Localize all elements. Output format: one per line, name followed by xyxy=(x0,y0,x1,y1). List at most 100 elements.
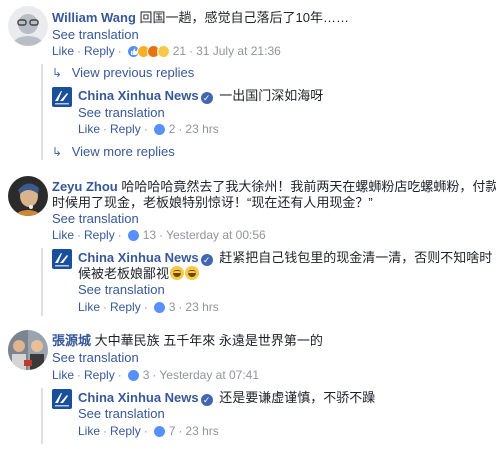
reply-actions: Like · Reply · 3 · 23 hrs xyxy=(78,299,219,315)
separator-dot: · xyxy=(103,424,108,438)
reply-link[interactable]: Reply xyxy=(84,227,115,243)
reactions-summary[interactable]: 2 xyxy=(152,121,176,137)
separator-dot: · xyxy=(178,424,183,438)
separator-dot: · xyxy=(77,44,82,58)
separator-dot: · xyxy=(143,424,148,438)
like-icon xyxy=(152,424,166,438)
reply-row: China Xinhua News ✓ 一出国门深如海呀 xyxy=(78,87,323,104)
separator-dot: · xyxy=(143,300,148,314)
reaction-count: 21 xyxy=(172,44,187,58)
like-link[interactable]: Like xyxy=(52,227,74,243)
like-link[interactable]: Like xyxy=(52,43,74,59)
reaction-count: 2 xyxy=(168,122,176,136)
avatar-zeyu-zhou[interactable] xyxy=(8,176,48,216)
comment-text: 大中華民族 五千年來 永遠是世界第一的 xyxy=(94,333,323,348)
like-icon xyxy=(126,228,140,242)
reply-thread-line xyxy=(41,64,43,160)
reactions-summary[interactable]: 13 xyxy=(126,227,157,243)
view-previous-replies-label: View previous replies xyxy=(71,65,195,80)
like-link[interactable]: Like xyxy=(78,423,100,439)
comment-actions: Like · Reply · 21 · 31 July at 21:36 xyxy=(52,43,281,59)
reply-timestamp[interactable]: 23 hrs xyxy=(185,299,218,315)
reply-actions: Like · Reply · 2 · 23 hrs xyxy=(78,121,219,137)
see-translation-link[interactable]: See translation xyxy=(52,26,139,43)
separator-dot: · xyxy=(178,122,183,136)
comment-text: 回国一趟，感觉自己落后了10年…… xyxy=(139,10,349,25)
comment-text-line2: 时候用了现金，老板娘特别惊讶！“现在还有人用现金？” xyxy=(52,195,373,210)
separator-dot: · xyxy=(117,228,122,242)
see-translation-link[interactable]: See translation xyxy=(78,405,165,422)
separator-dot: · xyxy=(152,368,157,382)
reactions-summary[interactable]: 3 xyxy=(126,367,150,383)
reaction-count: 3 xyxy=(168,300,176,314)
avatar-china-xinhua-news[interactable] xyxy=(52,249,72,269)
reply-timestamp[interactable]: 23 hrs xyxy=(185,423,218,439)
comment-author[interactable]: 張源城 xyxy=(52,333,91,348)
separator-dot: · xyxy=(77,228,82,242)
see-translation-link[interactable]: See translation xyxy=(78,281,165,298)
verified-badge-icon: ✓ xyxy=(200,92,213,104)
comment-author[interactable]: William Wang xyxy=(52,10,136,25)
separator-dot: · xyxy=(143,122,148,136)
reaction-count: 3 xyxy=(142,368,150,382)
reply-author[interactable]: China Xinhua News xyxy=(78,250,199,265)
reply-row: China Xinhua News ✓ 还是要谦虚谨慎，不骄不躁 xyxy=(78,389,375,406)
laughing-emoji-icon xyxy=(185,266,200,280)
comment-text-line1: 哈哈哈哈竟然去了我大徐州！我前两天在螺蛳粉店吃螺蛳粉，付款的 xyxy=(121,179,496,194)
reply-text: 一出国门深如海呀 xyxy=(219,88,324,103)
comment-timestamp[interactable]: Yesterday at 00:56 xyxy=(166,227,266,243)
avatar-william-wang[interactable] xyxy=(8,6,48,46)
reply-link[interactable]: Reply xyxy=(84,367,115,383)
reply-author[interactable]: China Xinhua News xyxy=(78,390,199,405)
see-translation-link[interactable]: See translation xyxy=(52,349,139,366)
like-link[interactable]: Like xyxy=(78,299,100,315)
separator-dot: · xyxy=(117,368,122,382)
verified-badge-icon: ✓ xyxy=(200,254,213,266)
comment-author[interactable]: Zeyu Zhou xyxy=(52,179,118,194)
separator-dot: · xyxy=(178,300,183,314)
comment-row-zhang-yuancheng: 張源城 大中華民族 五千年來 永遠是世界第一的 xyxy=(52,332,323,349)
reply-text-line2: 候被老板娘鄙视 xyxy=(78,266,170,281)
reply-arrow-icon: ↳ xyxy=(52,66,63,80)
like-link[interactable]: Like xyxy=(52,367,74,383)
reply-row: China Xinhua News ✓ 赶紧把自己钱包里的现金清一清，否则不知啥时 xyxy=(78,249,492,266)
like-icon xyxy=(152,122,166,136)
reply-thread-line xyxy=(41,248,43,316)
reactions-summary[interactable]: 7 xyxy=(152,423,176,439)
see-translation-link[interactable]: See translation xyxy=(52,210,139,227)
comment-actions: Like · Reply · 13 · Yesterday at 00:56 xyxy=(52,227,266,243)
avatar-china-xinhua-news[interactable] xyxy=(52,389,72,409)
comment-row-zeyu-zhou: Zeyu Zhou 哈哈哈哈竟然去了我大徐州！我前两天在螺蛳粉店吃螺蛳粉，付款的 xyxy=(52,178,496,195)
avatar-zhang-yuancheng[interactable] xyxy=(8,330,48,370)
separator-dot: · xyxy=(103,300,108,314)
reply-timestamp[interactable]: 23 hrs xyxy=(185,121,218,137)
separator-dot: · xyxy=(103,122,108,136)
view-more-replies[interactable]: ↳ View more replies xyxy=(52,143,175,161)
like-icon xyxy=(152,300,166,314)
laughing-emoji-icon xyxy=(170,266,185,280)
reply-link[interactable]: Reply xyxy=(110,299,141,315)
reaction-count: 7 xyxy=(168,424,176,438)
reply-link[interactable]: Reply xyxy=(110,121,141,137)
see-translation-link[interactable]: See translation xyxy=(78,104,165,121)
view-previous-replies[interactable]: ↳ View previous replies xyxy=(52,64,194,82)
reply-author[interactable]: China Xinhua News xyxy=(78,88,199,103)
reply-link[interactable]: Reply xyxy=(84,43,115,59)
reactions-summary[interactable]: 3 xyxy=(152,299,176,315)
reply-actions: Like · Reply · 7 · 23 hrs xyxy=(78,423,219,439)
reply-thread-line xyxy=(41,388,43,444)
like-icon xyxy=(126,368,140,382)
like-link[interactable]: Like xyxy=(78,121,100,137)
comment-timestamp[interactable]: 31 July at 21:36 xyxy=(196,43,281,59)
verified-badge-icon: ✓ xyxy=(200,394,213,406)
separator-dot: · xyxy=(189,44,194,58)
reply-text-line1: 赶紧把自己钱包里的现金清一清，否则不知啥时 xyxy=(219,250,493,265)
reply-arrow-icon: ↳ xyxy=(52,145,63,159)
reactions-summary[interactable]: 21 xyxy=(126,43,187,59)
reply-text-line2-row: 候被老板娘鄙视 xyxy=(78,265,200,282)
reply-link[interactable]: Reply xyxy=(110,423,141,439)
avatar-china-xinhua-news[interactable] xyxy=(52,87,72,107)
wow-icon xyxy=(156,44,170,58)
comment-timestamp[interactable]: Yesterday at 07:41 xyxy=(159,367,259,383)
reaction-count: 13 xyxy=(142,228,157,242)
